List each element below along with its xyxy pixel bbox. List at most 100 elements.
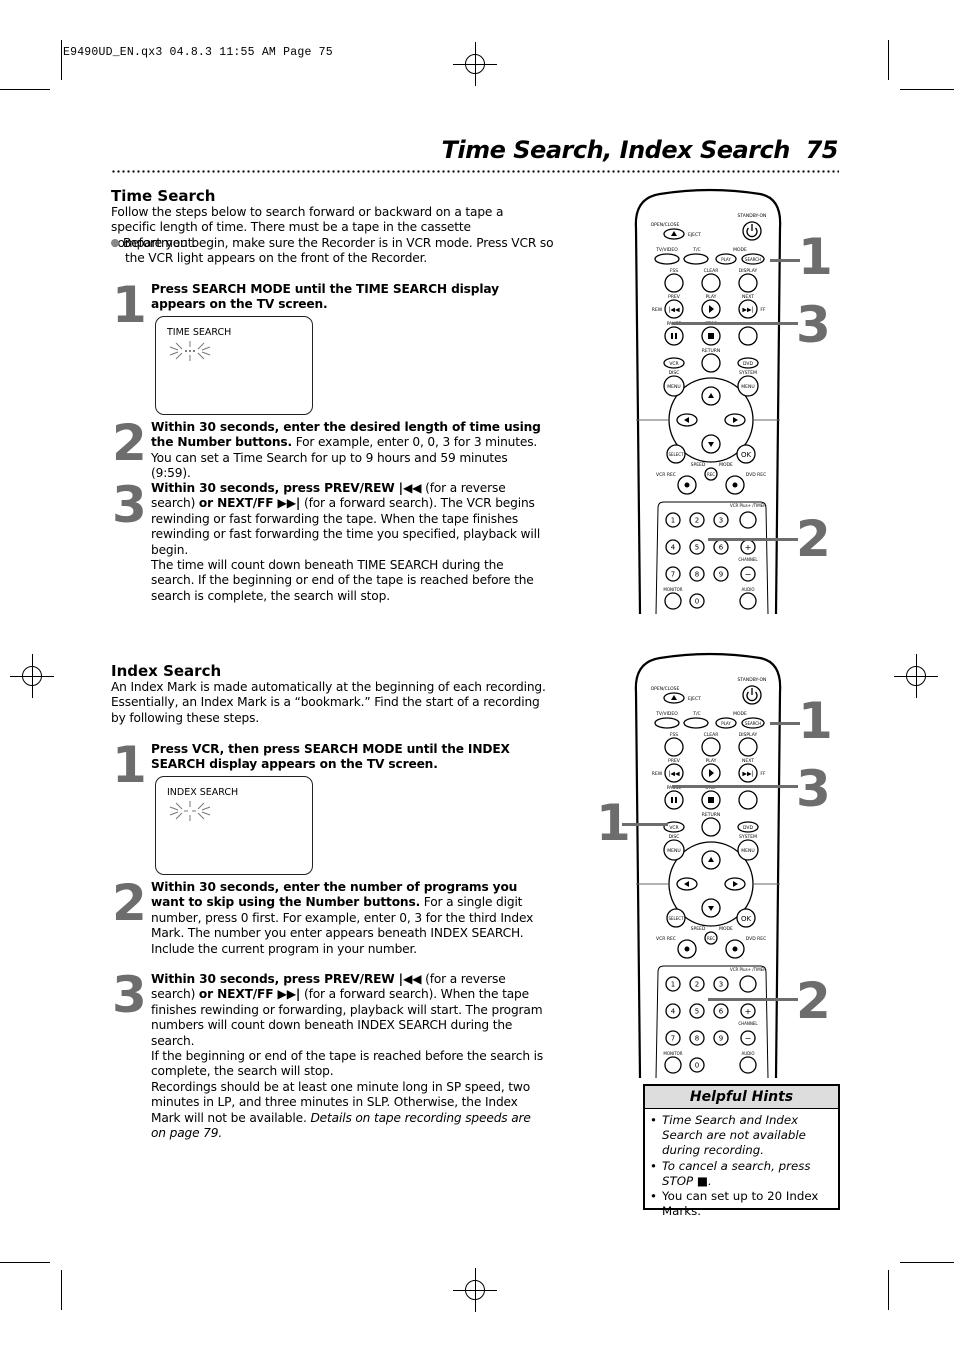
- return-button[interactable]: [701, 353, 721, 373]
- channel-down-button[interactable]: −: [740, 1030, 756, 1046]
- play-mode-button[interactable]: PLAY: [715, 717, 737, 729]
- button-caption: PLAY: [706, 294, 717, 300]
- channel-down-button[interactable]: −: [740, 566, 756, 582]
- play-mode-button[interactable]: PLAY: [715, 253, 737, 265]
- button-label: 9: [719, 1035, 723, 1043]
- remote-button[interactable]: [701, 299, 721, 319]
- up-button[interactable]: [701, 386, 721, 406]
- remote-button[interactable]: [701, 737, 721, 757]
- remote-button[interactable]: [701, 763, 721, 783]
- digit-button-3[interactable]: 3: [713, 976, 729, 992]
- button-label: 6: [719, 1008, 724, 1016]
- digit-button-9[interactable]: 9: [713, 566, 729, 582]
- callout-leader: [770, 259, 800, 262]
- digit-button-7[interactable]: 7: [665, 566, 681, 582]
- digit-button-4[interactable]: 4: [665, 1003, 681, 1019]
- remote-button[interactable]: [664, 326, 684, 346]
- label-channel: CHANNEL: [738, 1021, 758, 1026]
- rec-button[interactable]: REC: [704, 467, 718, 481]
- tv-video-button[interactable]: [654, 253, 680, 265]
- remote-button[interactable]: [701, 326, 721, 346]
- label-audio: AUDIO: [741, 1051, 754, 1056]
- remote-button[interactable]: [664, 273, 684, 293]
- callout-number: 3: [796, 760, 831, 818]
- system-menu-button[interactable]: MENU: [737, 375, 759, 397]
- digit-button-9[interactable]: 9: [713, 1030, 729, 1046]
- remote-button[interactable]: [738, 326, 758, 346]
- vcr-rec-button[interactable]: [677, 475, 697, 495]
- remote-button[interactable]: [738, 737, 758, 757]
- remote-button[interactable]: [664, 737, 684, 757]
- digit-button-5[interactable]: 5: [689, 539, 705, 555]
- audio-button[interactable]: [739, 1056, 757, 1074]
- select-button[interactable]: SELECT: [666, 444, 686, 464]
- digit-button-2[interactable]: 2: [689, 976, 705, 992]
- remote-button[interactable]: ▶▶|: [738, 763, 758, 783]
- audio-button[interactable]: [739, 592, 757, 610]
- digit-button-1[interactable]: 1: [665, 512, 681, 528]
- digit-button-6[interactable]: 6: [713, 1003, 729, 1019]
- standby-button[interactable]: [742, 685, 762, 705]
- remote-button[interactable]: [738, 790, 758, 810]
- search-mode-button[interactable]: SEARCH: [741, 253, 765, 265]
- return-button[interactable]: [701, 817, 721, 837]
- digit-button-0[interactable]: 0: [689, 593, 705, 609]
- digit-button-6[interactable]: 6: [713, 539, 729, 555]
- vcr-plus-timer-button[interactable]: [739, 975, 757, 993]
- tv-label: INDEX SEARCH: [167, 787, 239, 798]
- down-button[interactable]: [701, 898, 721, 918]
- tc-button[interactable]: [683, 717, 709, 729]
- digit-button-7[interactable]: 7: [665, 1030, 681, 1046]
- standby-button[interactable]: [742, 221, 762, 241]
- digit-button-0[interactable]: 0: [689, 1057, 705, 1073]
- helpful-hints-box: Helpful Hints Time Search and Index Sear…: [643, 1084, 840, 1218]
- digit-button-4[interactable]: 4: [665, 539, 681, 555]
- remote-button[interactable]: [664, 790, 684, 810]
- disc-menu-button[interactable]: MENU: [663, 839, 685, 861]
- monitor-button[interactable]: [664, 1056, 682, 1074]
- down-button[interactable]: [701, 434, 721, 454]
- remote-button[interactable]: [701, 273, 721, 293]
- hints-title: Helpful Hints: [645, 1086, 838, 1109]
- remote-button[interactable]: ▶▶|: [738, 299, 758, 319]
- digit-button-1[interactable]: 1: [665, 976, 681, 992]
- remote-button[interactable]: [738, 273, 758, 293]
- digit-button-8[interactable]: 8: [689, 1030, 705, 1046]
- search-mode-button[interactable]: SEARCH: [741, 717, 765, 729]
- dvd-button[interactable]: DVD: [737, 821, 759, 833]
- label-standby: STANDBY-ON: [738, 213, 767, 219]
- vcr-plus-timer-button[interactable]: [739, 511, 757, 529]
- digit-button-2[interactable]: 2: [689, 512, 705, 528]
- tv-video-button[interactable]: [654, 717, 680, 729]
- dvd-rec-button[interactable]: [725, 939, 745, 959]
- button-label: MENU: [741, 848, 754, 854]
- page-title: Time Search, Index Search 75: [442, 136, 839, 164]
- vcr-rec-button[interactable]: [677, 939, 697, 959]
- select-button[interactable]: SELECT: [666, 908, 686, 928]
- up-button[interactable]: [701, 850, 721, 870]
- next-ff-icon: ▶▶|: [742, 771, 753, 778]
- disc-menu-button[interactable]: MENU: [663, 375, 685, 397]
- dvd-rec-button[interactable]: [725, 475, 745, 495]
- digit-button-3[interactable]: 3: [713, 512, 729, 528]
- ok-button[interactable]: OK: [736, 908, 756, 928]
- button-label: MENU: [741, 384, 754, 390]
- digit-button-8[interactable]: 8: [689, 566, 705, 582]
- ok-button[interactable]: OK: [736, 444, 756, 464]
- print-slug: E9490UD_EN.qx3 04.8.3 11:55 AM Page 75: [63, 46, 333, 59]
- tc-button[interactable]: [683, 253, 709, 265]
- callout-number: 2: [796, 510, 831, 568]
- button-label: 5: [695, 1008, 699, 1016]
- label-tc: T/C: [692, 247, 700, 253]
- rec-button[interactable]: REC: [704, 931, 718, 945]
- channel-up-button[interactable]: +: [740, 1003, 756, 1019]
- digit-button-5[interactable]: 5: [689, 1003, 705, 1019]
- remote-button[interactable]: |◀◀: [664, 299, 684, 319]
- vcr-button[interactable]: VCR: [663, 357, 685, 369]
- remote-button[interactable]: |◀◀: [664, 763, 684, 783]
- channel-up-button[interactable]: +: [740, 539, 756, 555]
- system-menu-button[interactable]: MENU: [737, 839, 759, 861]
- monitor-button[interactable]: [664, 592, 682, 610]
- dvd-button[interactable]: DVD: [737, 357, 759, 369]
- remote-button[interactable]: [701, 790, 721, 810]
